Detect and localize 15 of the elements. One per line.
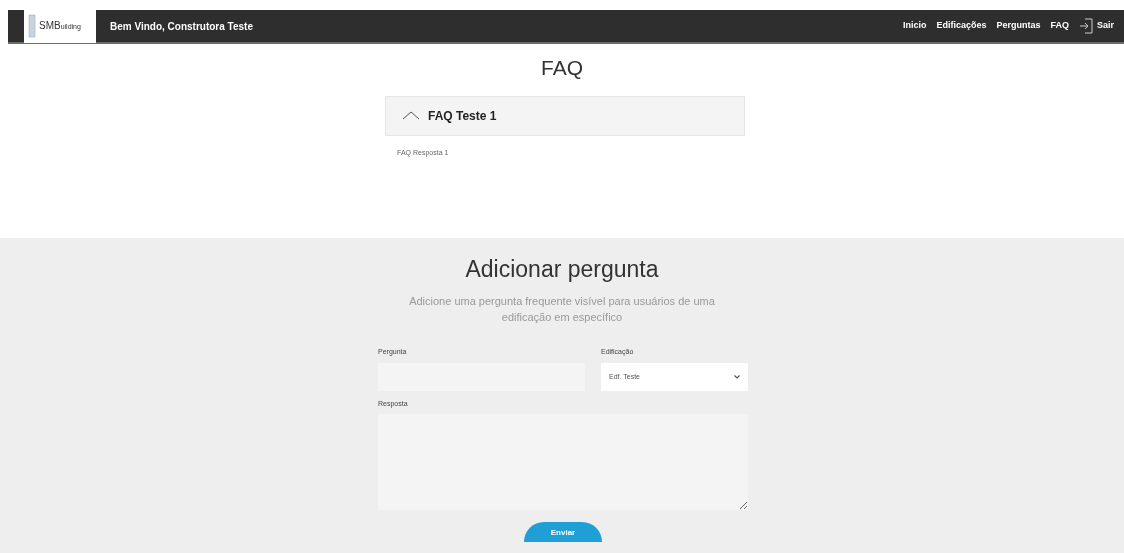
chevron-up-icon: [402, 111, 420, 120]
chevron-down-icon: [734, 375, 740, 379]
logout-icon: [1079, 18, 1093, 34]
page-title: FAQ: [541, 55, 583, 81]
answer-textarea[interactable]: [378, 413, 748, 510]
nav-link[interactable]: Perguntas: [996, 19, 1041, 33]
form-subtitle: Adicione uma pergunta frequente visível para usuários de uma edificação em específico: [408, 293, 716, 325]
faq-question[interactable]: FAQ Teste 1: [385, 95, 745, 136]
nav-link[interactable]: FAQ: [1050, 19, 1069, 33]
nav-link[interactable]: Inicio: [902, 19, 927, 33]
building-icon: [28, 14, 36, 38]
nav-link[interactable]: Edificações: [936, 19, 987, 33]
logout-link[interactable]: Sair: [1079, 18, 1114, 34]
form-title: Adicionar pergunta: [465, 255, 659, 284]
greeting: Bem Vindo, Construtora Teste: [110, 19, 253, 34]
